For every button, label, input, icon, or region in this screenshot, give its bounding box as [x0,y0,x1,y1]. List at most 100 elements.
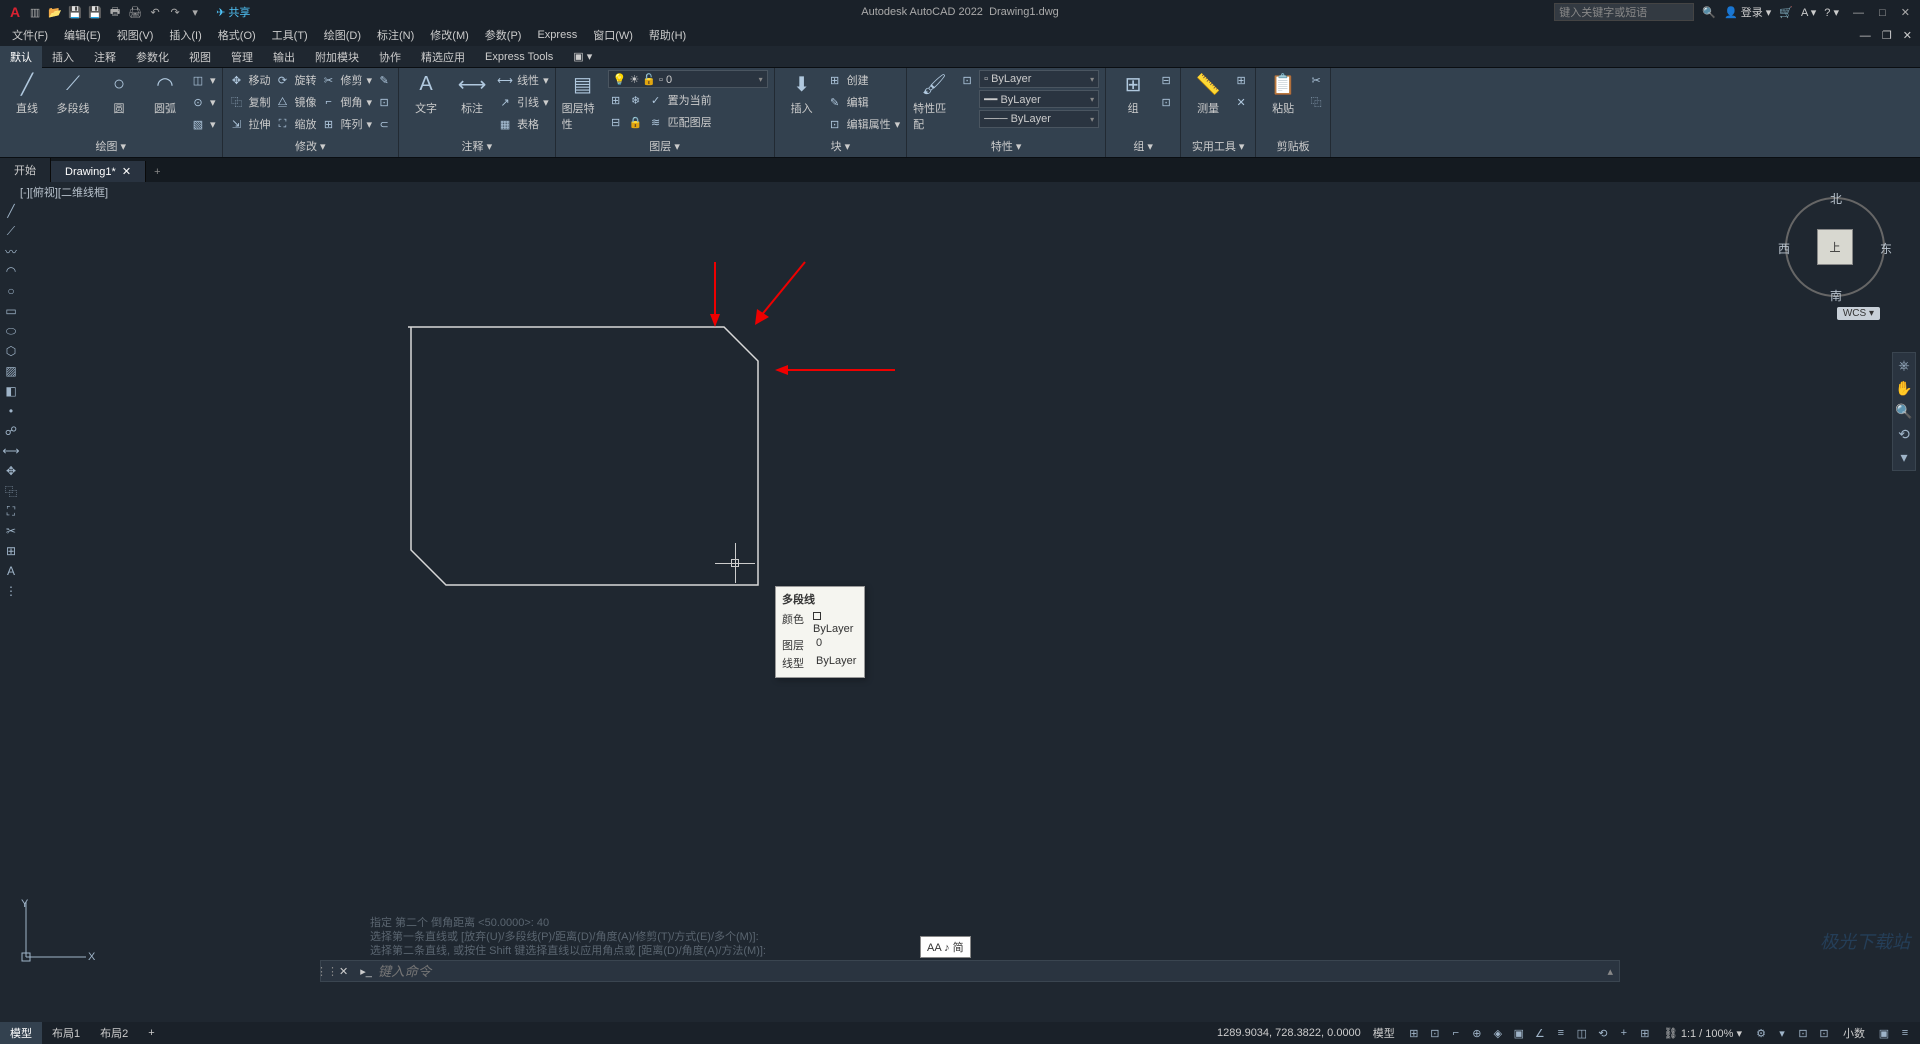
app-menu-icon[interactable]: A ▾ [1801,6,1816,19]
qat-plot-icon[interactable]: 🖶 [106,3,124,21]
doc-close-icon[interactable]: ✕ [1899,30,1916,42]
menu-params[interactable]: 参数(P) [477,25,530,45]
menu-format[interactable]: 格式(O) [210,25,264,45]
menu-dimension[interactable]: 标注(N) [369,25,422,45]
insert-button[interactable]: ⬇插入 [781,70,823,116]
layer-setcurrent[interactable]: ✓置为当前 [648,90,712,110]
fillet-button[interactable]: ⌐倒角 ▾ [321,92,373,112]
color-dropdown[interactable]: ▫ ByLayer▾ [979,70,1099,88]
isodraft-icon[interactable]: ◈ [1489,1024,1507,1042]
circle-button[interactable]: ○圆 [98,70,140,116]
tool-block-icon[interactable]: ☍ [2,422,20,440]
menu-tools[interactable]: 工具(T) [264,25,316,45]
layer-match[interactable]: ≋匹配图层 [648,112,712,132]
tab-new-icon[interactable]: + [146,162,168,182]
cmdline-close-icon[interactable]: ✕ [333,965,354,978]
nav-wheel-icon[interactable]: ⎈ [1898,357,1909,374]
block-edit[interactable]: ✎编辑 [827,92,901,112]
tool-move-icon[interactable]: ✥ [2,462,20,480]
qat-print-icon[interactable]: 🖨 [126,3,144,21]
util-tool-1[interactable]: ⊞ [1233,70,1249,90]
tool-trim-icon[interactable]: ✂ [2,522,20,540]
mirror-button[interactable]: ⧋镜像 [275,92,317,112]
measure-button[interactable]: 📏测量 [1187,70,1229,116]
doc-restore-icon[interactable]: ❐ [1878,30,1896,42]
modify-misc-1[interactable]: ✎ [376,70,392,90]
tab-parametric[interactable]: 参数化 [126,46,179,68]
help-icon[interactable]: ? ▾ [1824,6,1839,19]
menu-modify[interactable]: 修改(M) [422,25,477,45]
qat-new-icon[interactable]: ▥ [26,3,44,21]
customize-icon[interactable]: ≡ [1896,1024,1914,1042]
login-button[interactable]: 👤 登录 ▾ [1724,4,1771,20]
stretch-button[interactable]: ⇲拉伸 [229,114,271,134]
hw-accel-icon[interactable]: ⊡ [1815,1024,1833,1042]
tool-region-icon[interactable]: ◧ [2,382,20,400]
close-icon[interactable]: ✕ [1895,7,1916,19]
gear-icon[interactable]: ⚙ [1752,1024,1770,1042]
clean-screen-icon[interactable]: ▣ [1875,1024,1893,1042]
qat-undo-icon[interactable]: ↶ [146,3,164,21]
tab-addins[interactable]: 附加模块 [305,46,369,68]
tab-drawing1[interactable]: Drawing1* ✕ [51,161,146,182]
menu-express[interactable]: Express [529,27,585,43]
tab-start[interactable]: 开始 [0,158,51,182]
dyn-icon[interactable]: + [1615,1024,1633,1042]
modify-misc-3[interactable]: ⊂ [376,114,392,134]
tool-point-icon[interactable]: • [2,402,20,420]
tab-insert[interactable]: 插入 [42,46,84,68]
menu-edit[interactable]: 编辑(E) [56,25,109,45]
array-button[interactable]: ⊞阵列 ▾ [321,114,373,134]
layer-tool-3[interactable]: ❄ [628,90,644,110]
units-display[interactable]: 小数 [1839,1025,1869,1041]
anno-scale[interactable]: ⛓ 1:1 / 100% ▾ [1660,1027,1746,1040]
cmdline-grip-icon[interactable]: ⋮⋮ [321,965,333,978]
tool-line-icon[interactable]: ╱ [2,202,20,220]
layer-tool-2[interactable]: ⊟ [608,112,624,132]
block-create[interactable]: ⊞创建 [827,70,901,90]
viewport-label[interactable]: [-][俯视][二维线框] [20,184,108,200]
tool-arc-icon[interactable]: ◠ [2,262,20,280]
share-button[interactable]: ✈ 共享 [216,4,250,20]
grid-icon[interactable]: ⊞ [1405,1024,1423,1042]
menu-help[interactable]: 帮助(H) [641,25,694,45]
tab-view[interactable]: 视图 [179,46,221,68]
menu-draw[interactable]: 绘图(D) [316,25,369,45]
tab-default[interactable]: 默认 [0,46,42,68]
osnap-icon[interactable]: ▣ [1510,1024,1528,1042]
tool-polygon-icon[interactable]: ⬡ [2,342,20,360]
nav-pan-icon[interactable]: ✋ [1895,380,1912,397]
dim-button[interactable]: ⟷标注 [451,70,493,116]
model-tab[interactable]: 模型 [0,1022,42,1044]
clip-tool-2[interactable]: ⿻ [1308,92,1324,112]
tab-featured[interactable]: 精选应用 [411,46,475,68]
tool-array-icon[interactable]: ⊞ [2,542,20,560]
table-button[interactable]: ▦表格 [497,114,549,134]
search-icon[interactable]: 🔍 [1702,6,1716,19]
leader-button[interactable]: ↗引线 ▾ [497,92,549,112]
anno-vis-icon[interactable]: ⊡ [1794,1024,1812,1042]
tool-hatch-icon[interactable]: ▨ [2,362,20,380]
lineweight-dropdown[interactable]: ━━ ByLayer▾ [979,90,1099,108]
draw-misc-2[interactable]: ⊙▾ [190,92,216,112]
qat-open-icon[interactable]: 📂 [46,3,64,21]
arc-button[interactable]: ◠圆弧 [144,70,186,116]
tab-output[interactable]: 输出 [263,46,305,68]
draw-misc-3[interactable]: ▧▾ [190,114,216,134]
group-tool-2[interactable]: ⊡ [1158,92,1174,112]
cart-icon[interactable]: 🛒 [1779,6,1793,19]
ucs-icon[interactable]: Y X [16,897,96,970]
viewcube-top[interactable]: 上 [1817,229,1853,265]
tool-text-icon[interactable]: A [2,562,20,580]
text-button[interactable]: A文字 [405,70,447,116]
rotate-button[interactable]: ⟳旋转 [275,70,317,90]
trim-button[interactable]: ✂修剪 ▾ [321,70,373,90]
paste-button[interactable]: 📋粘贴 [1262,70,1304,116]
modify-misc-2[interactable]: ⊡ [376,92,392,112]
menu-file[interactable]: 文件(F) [4,25,56,45]
tool-spline-icon[interactable]: 〰 [2,242,20,260]
linetype-dropdown[interactable]: ─── ByLayer▾ [979,110,1099,128]
tool-ellipse-icon[interactable]: ⬭ [2,322,20,340]
tab-manage[interactable]: 管理 [221,46,263,68]
qat-save-icon[interactable]: 💾 [66,3,84,21]
